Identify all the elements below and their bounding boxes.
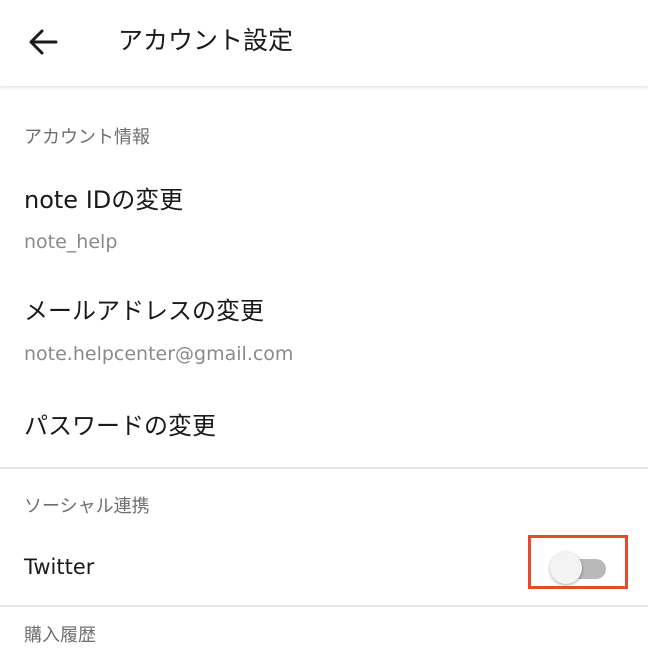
section-header-purchase-history: 購入履歴 bbox=[24, 625, 96, 646]
note-id-change-item[interactable]: note IDの変更 note_help bbox=[0, 176, 648, 266]
section-header-account-info: アカウント情報 bbox=[24, 127, 150, 148]
email-change-label: メールアドレスの変更 bbox=[24, 297, 264, 325]
note-id-value: note_help bbox=[24, 231, 118, 253]
back-button[interactable] bbox=[18, 20, 68, 64]
password-change-label: パスワードの変更 bbox=[24, 412, 216, 440]
password-change-item[interactable]: パスワードの変更 bbox=[0, 398, 648, 458]
page-title: アカウント設定 bbox=[118, 26, 294, 55]
toggle-knob bbox=[550, 552, 582, 584]
email-value: note.helpcenter@gmail.com bbox=[24, 343, 294, 365]
section-header-social: ソーシャル連携 bbox=[24, 496, 150, 517]
twitter-toggle[interactable] bbox=[550, 550, 608, 584]
twitter-label: Twitter bbox=[24, 555, 95, 579]
app-bar: アカウント設定 bbox=[0, 0, 648, 86]
email-change-item[interactable]: メールアドレスの変更 note.helpcenter@gmail.com bbox=[0, 287, 648, 377]
section-divider bbox=[0, 605, 648, 607]
section-divider bbox=[0, 467, 648, 469]
note-id-change-label: note IDの変更 bbox=[24, 186, 184, 214]
arrow-left-icon bbox=[29, 29, 58, 55]
